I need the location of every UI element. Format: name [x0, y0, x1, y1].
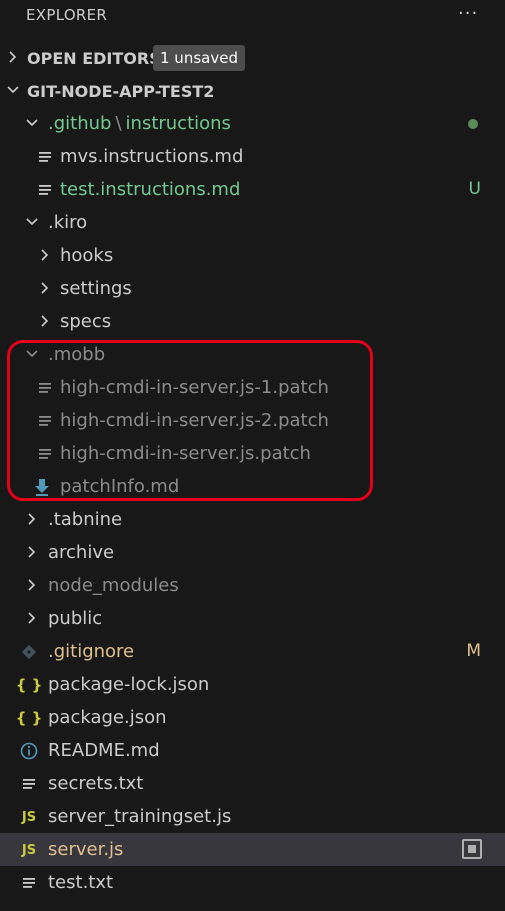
chevron-down-icon: [25, 215, 39, 229]
javascript-file-icon: JS: [21, 842, 37, 858]
file-label: .gitignore: [48, 641, 135, 662]
folder-label: .kiro: [48, 212, 88, 233]
chevron-right-icon: [38, 248, 52, 262]
tree-item-package[interactable]: { } package.json: [0, 701, 505, 734]
file-label: test.txt: [48, 872, 114, 893]
file-label: server.js: [48, 839, 124, 860]
folder-label: hooks: [60, 245, 114, 266]
tree-item-mvs-instructions[interactable]: mvs.instructions.md: [0, 140, 505, 173]
markdown-file-icon: [35, 180, 55, 200]
file-label: server_trainingset.js: [48, 806, 232, 827]
more-actions-icon[interactable]: ···: [458, 3, 478, 24]
tree-item-tabnine[interactable]: .tabnine: [0, 503, 505, 536]
markdown-file-icon: [35, 147, 55, 167]
folder-label: specs: [60, 311, 112, 332]
file-label: secrets.txt: [48, 773, 144, 794]
untracked-status: U: [468, 179, 481, 199]
unsaved-badge: 1 unsaved: [153, 45, 245, 71]
file-label: README.md: [48, 740, 160, 761]
chevron-right-icon: [6, 50, 20, 64]
modified-status: M: [466, 641, 481, 661]
tree-item-specs[interactable]: specs: [0, 305, 505, 338]
json-braces-icon: { }: [15, 709, 43, 727]
chevron-down-icon: [25, 116, 39, 130]
folder-label: settings: [60, 278, 132, 299]
chevron-right-icon: [25, 611, 39, 625]
file-label: mvs.instructions.md: [60, 146, 244, 167]
folder-label: public: [48, 608, 103, 629]
tree-item-package-lock[interactable]: { } package-lock.json: [0, 668, 505, 701]
chevron-right-icon: [25, 512, 39, 526]
chevron-right-icon: [25, 545, 39, 559]
file-label: test.instructions.md: [60, 179, 241, 200]
tree-item-server[interactable]: JS server.js: [0, 833, 505, 866]
chevron-down-icon: [6, 83, 20, 97]
tree-item-github[interactable]: .github \ instructions: [0, 107, 505, 140]
modified-dot-icon: [468, 119, 478, 129]
text-file-icon: [19, 873, 39, 893]
javascript-file-icon: JS: [21, 809, 37, 825]
unsaved-indicator-icon: [462, 839, 482, 859]
tree-item-kiro[interactable]: .kiro: [0, 206, 505, 239]
project-section[interactable]: GIT-NODE-APP-TEST2: [0, 74, 505, 107]
tree-item-gitignore[interactable]: .gitignore M: [0, 635, 505, 668]
file-label: package-lock.json: [48, 674, 210, 695]
explorer-header: EXPLORER ···: [0, 0, 505, 32]
chevron-right-icon: [38, 281, 52, 295]
tree-item-settings[interactable]: settings: [0, 272, 505, 305]
folder-label: archive: [48, 542, 115, 563]
tree-item-test-txt[interactable]: test.txt: [0, 866, 505, 899]
chevron-right-icon: [38, 314, 52, 328]
tree-item-readme[interactable]: README.md: [0, 734, 505, 767]
explorer-title: EXPLORER: [26, 6, 108, 24]
git-diamond-icon: [19, 642, 39, 662]
folder-label: node_modules: [48, 575, 179, 596]
tree-item-server-trainingset[interactable]: JS server_trainingset.js: [0, 800, 505, 833]
open-editors-label: OPEN EDITORS: [27, 49, 161, 68]
tree-item-hooks[interactable]: hooks: [0, 239, 505, 272]
tree-item-archive[interactable]: archive: [0, 536, 505, 569]
highlight-annotation: [7, 340, 373, 501]
tree-item-test-instructions[interactable]: test.instructions.md U: [0, 173, 505, 206]
json-braces-icon: { }: [15, 676, 43, 694]
text-file-icon: [19, 774, 39, 794]
tree-item-secrets[interactable]: secrets.txt: [0, 767, 505, 800]
chevron-right-icon: [25, 578, 39, 592]
open-editors-section[interactable]: OPEN EDITORS 1 unsaved: [0, 41, 505, 74]
folder-label: .github \ instructions: [48, 113, 231, 134]
tree-item-public[interactable]: public: [0, 602, 505, 635]
info-icon: [19, 741, 39, 761]
file-label: package.json: [48, 707, 167, 728]
project-label: GIT-NODE-APP-TEST2: [27, 82, 215, 101]
tree-item-node-modules[interactable]: node_modules: [0, 569, 505, 602]
folder-label: .tabnine: [48, 509, 123, 530]
